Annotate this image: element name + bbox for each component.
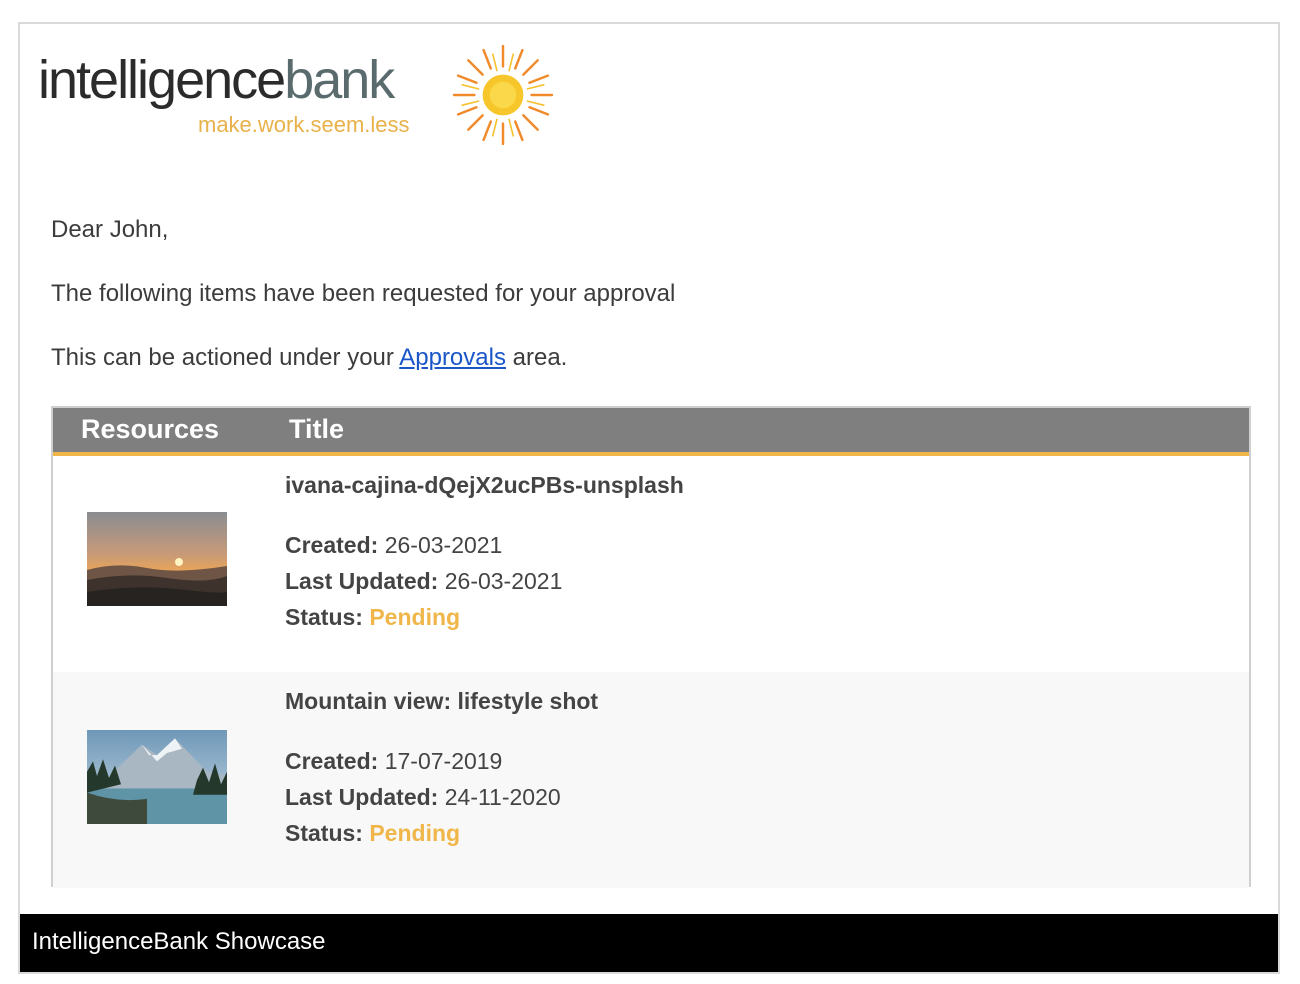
created-label: Created: xyxy=(285,748,379,774)
updated-value: 26-03-2021 xyxy=(444,568,563,594)
sunset-mountains-thumbnail[interactable] xyxy=(87,512,227,606)
table-header: Resources Title xyxy=(53,408,1249,456)
approval-table: Resources Title ivana-cajina-dQejX2ucPBs… xyxy=(51,406,1251,888)
sun-icon xyxy=(452,44,554,146)
email-footer: IntelligenceBank Showcase xyxy=(20,914,1278,972)
logo-tagline: make.work.seem.less xyxy=(198,112,410,137)
column-header-resources: Resources xyxy=(81,414,220,444)
updated-field: Last Updated: 26-03-2021 xyxy=(285,568,562,595)
updated-value: 24-11-2020 xyxy=(444,784,561,810)
status-label: Status: xyxy=(285,820,363,846)
created-field: Created: 17-07-2019 xyxy=(285,748,502,775)
status-field: Status: Pending xyxy=(285,820,460,847)
updated-label: Last Updated: xyxy=(285,568,439,594)
mountain-lake-thumbnail[interactable] xyxy=(87,730,227,824)
greeting-text: Dear John, xyxy=(51,216,169,243)
created-field: Created: 26-03-2021 xyxy=(285,532,502,559)
logo-word-bank: bank xyxy=(284,50,395,110)
table-row: ivana-cajina-dQejX2ucPBs-unsplash Create… xyxy=(53,456,1249,672)
action-suffix: area. xyxy=(505,344,568,371)
logo-wordmark: intelligencebank xyxy=(38,48,395,112)
logo-word-intelligence: intelligence xyxy=(38,50,286,110)
email-frame: intelligencebank make.work.seem.less Dea… xyxy=(18,22,1280,974)
column-header-title: Title xyxy=(289,414,345,444)
row-title[interactable]: Mountain view: lifestyle shot xyxy=(285,688,598,715)
status-badge: Pending xyxy=(369,820,461,846)
intelligencebank-logo: intelligencebank make.work.seem.less xyxy=(38,44,558,164)
approvals-link[interactable]: Approvals xyxy=(399,344,506,371)
footer-text: IntelligenceBank Showcase xyxy=(32,928,326,955)
created-label: Created: xyxy=(285,532,379,558)
row-title[interactable]: ivana-cajina-dQejX2ucPBs-unsplash xyxy=(285,472,684,499)
status-badge: Pending xyxy=(369,604,461,630)
status-field: Status: Pending xyxy=(285,604,460,631)
action-text: This can be actioned under your Approval… xyxy=(51,344,567,372)
intro-text: The following items have been requested … xyxy=(51,280,676,307)
updated-field: Last Updated: 24-11-2020 xyxy=(285,784,561,811)
updated-label: Last Updated: xyxy=(285,784,439,810)
action-prefix: This can be actioned under your xyxy=(51,344,400,371)
created-value: 17-07-2019 xyxy=(384,748,503,774)
created-value: 26-03-2021 xyxy=(384,532,503,558)
status-label: Status: xyxy=(285,604,363,630)
table-row: Mountain view: lifestyle shot Created: 1… xyxy=(53,672,1249,888)
